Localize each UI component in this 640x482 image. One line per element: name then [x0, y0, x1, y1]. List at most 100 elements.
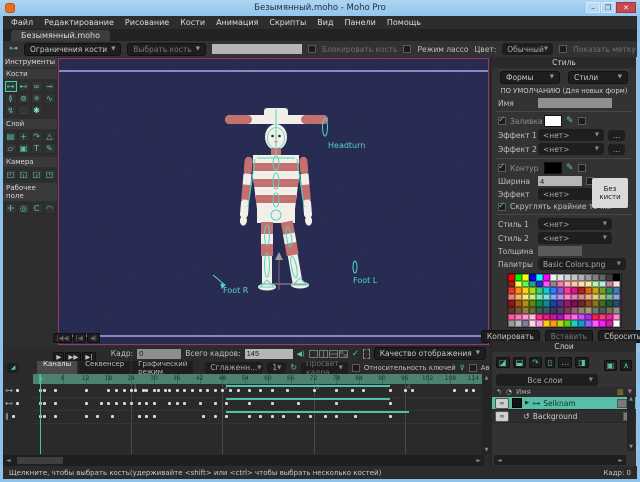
fill-eyedropper-icon[interactable]: ✎: [566, 116, 574, 126]
palette-swatch[interactable]: [571, 281, 578, 288]
palette-swatch[interactable]: [550, 314, 557, 321]
scrollbar-thumb[interactable]: [17, 457, 63, 464]
palette-swatch[interactable]: [536, 307, 543, 314]
menu-item-8[interactable]: Помощь: [387, 18, 421, 27]
palette-swatch[interactable]: [543, 320, 550, 327]
palette-swatch[interactable]: [585, 320, 592, 327]
palette-swatch[interactable]: [585, 300, 592, 307]
palette-swatch[interactable]: [606, 320, 613, 327]
palette-swatch[interactable]: [508, 294, 515, 301]
fill-extra-checkbox[interactable]: [578, 117, 586, 125]
palette-swatch[interactable]: [522, 287, 529, 294]
no-brush-button[interactable]: Без кисти: [592, 178, 628, 208]
keyframe[interactable]: [54, 389, 57, 392]
palette-swatch[interactable]: [571, 287, 578, 294]
bones-tool-5[interactable]: ≬: [5, 93, 17, 104]
palette-swatch[interactable]: [508, 287, 515, 294]
keyframe[interactable]: [271, 402, 274, 405]
palette-swatch[interactable]: [522, 274, 529, 281]
palette-swatch[interactable]: [592, 307, 599, 314]
palette-swatch[interactable]: [543, 281, 550, 288]
layer-tool-1[interactable]: ▤: [5, 131, 17, 142]
palette-swatch[interactable]: [564, 314, 571, 321]
palette-swatch[interactable]: [550, 294, 557, 301]
palette-swatch[interactable]: [543, 294, 550, 301]
keyframe[interactable]: [465, 389, 468, 392]
mute-icon[interactable]: ◀): [297, 350, 305, 358]
palette-swatch[interactable]: [564, 320, 571, 327]
close-button[interactable]: ✕: [616, 2, 636, 13]
keyframe[interactable]: [145, 415, 148, 418]
keyframe[interactable]: [214, 402, 217, 405]
palette-swatch[interactable]: [564, 300, 571, 307]
keyframe-rows[interactable]: 1234: [33, 384, 484, 454]
palette-swatch[interactable]: [564, 307, 571, 314]
palette-swatch[interactable]: [592, 300, 599, 307]
keyframe[interactable]: [297, 415, 300, 418]
keyframe[interactable]: [107, 402, 110, 405]
collapse-button[interactable]: ∧: [620, 360, 632, 371]
keyframe[interactable]: [142, 389, 145, 392]
selected-range-bar[interactable]: [226, 411, 408, 413]
style1-dropdown[interactable]: <нет>▼: [538, 218, 612, 230]
palette-swatch[interactable]: [578, 314, 585, 321]
palette-swatch[interactable]: [515, 294, 522, 301]
palette-swatch[interactable]: [557, 307, 564, 314]
layer-tool-2[interactable]: +: [18, 131, 30, 142]
layers-horizontal-scrollbar[interactable]: ◄►: [494, 455, 626, 465]
style2-dropdown[interactable]: <нет>▼: [538, 232, 612, 244]
menu-item-6[interactable]: Вид: [317, 18, 333, 27]
canvas[interactable]: HeadturnFoot RFoot L: [57, 57, 490, 346]
keyframe[interactable]: [389, 415, 392, 418]
outline-extra-checkbox[interactable]: [578, 164, 586, 172]
relative-keys-checkbox[interactable]: [352, 364, 360, 372]
view-grid-button[interactable]: [339, 350, 348, 358]
interval-dropdown[interactable]: 1▼: [267, 362, 286, 374]
copy-layer-button[interactable]: ◨: [575, 357, 589, 368]
palette-swatch[interactable]: [515, 274, 522, 281]
keyframe[interactable]: [229, 389, 232, 392]
keyframe[interactable]: [282, 415, 285, 418]
frame-input[interactable]: [137, 349, 181, 359]
effect2-dropdown[interactable]: <нет>▼: [538, 143, 604, 155]
keyframe[interactable]: [214, 389, 217, 392]
keyframe[interactable]: [297, 402, 300, 405]
palette-swatch[interactable]: [585, 274, 592, 281]
keyframe[interactable]: [271, 415, 274, 418]
palette-swatch[interactable]: [529, 287, 536, 294]
palette-swatch[interactable]: [599, 294, 606, 301]
palettes-dropdown[interactable]: Basic Colors.png▼: [538, 258, 626, 270]
bone-label-foot-l[interactable]: Foot L: [353, 276, 377, 285]
keyframe[interactable]: [85, 415, 88, 418]
palette-swatch[interactable]: [606, 300, 613, 307]
palette-swatch[interactable]: [613, 300, 620, 307]
selected-range-bar[interactable]: [226, 385, 389, 387]
palette-swatch[interactable]: [515, 314, 522, 321]
expand-arrow[interactable]: ▶: [525, 400, 529, 406]
keyframe[interactable]: [85, 389, 88, 392]
palette-swatch[interactable]: [529, 314, 536, 321]
keyframe[interactable]: [453, 389, 456, 392]
menu-item-5[interactable]: Скрипты: [269, 18, 306, 27]
palette-swatch[interactable]: [578, 274, 585, 281]
selected-range-bar[interactable]: [226, 398, 389, 400]
character-figure[interactable]: [57, 57, 490, 346]
bone-color-dropdown[interactable]: Обычный▼: [502, 43, 553, 55]
selection-rect-icon[interactable]: [363, 349, 369, 359]
keyframe[interactable]: [123, 389, 126, 392]
palette-swatch[interactable]: [571, 314, 578, 321]
palette-swatch[interactable]: [578, 287, 585, 294]
keyframe[interactable]: [354, 415, 357, 418]
bones-tool-8[interactable]: ∿: [44, 93, 56, 104]
timeline-ruler[interactable]: 6121824303642485460667278849096102108114: [33, 374, 484, 384]
thickness-input[interactable]: [538, 246, 582, 256]
palette-swatch[interactable]: [522, 300, 529, 307]
view-split-v-button[interactable]: [319, 350, 328, 358]
palette-swatch[interactable]: [592, 314, 599, 321]
palette-swatch[interactable]: [522, 307, 529, 314]
palette-swatch[interactable]: [508, 300, 515, 307]
palette-swatch[interactable]: [557, 300, 564, 307]
menu-item-3[interactable]: Кости: [180, 18, 205, 27]
keyframe[interactable]: [404, 389, 407, 392]
palette-swatch[interactable]: [557, 320, 564, 327]
